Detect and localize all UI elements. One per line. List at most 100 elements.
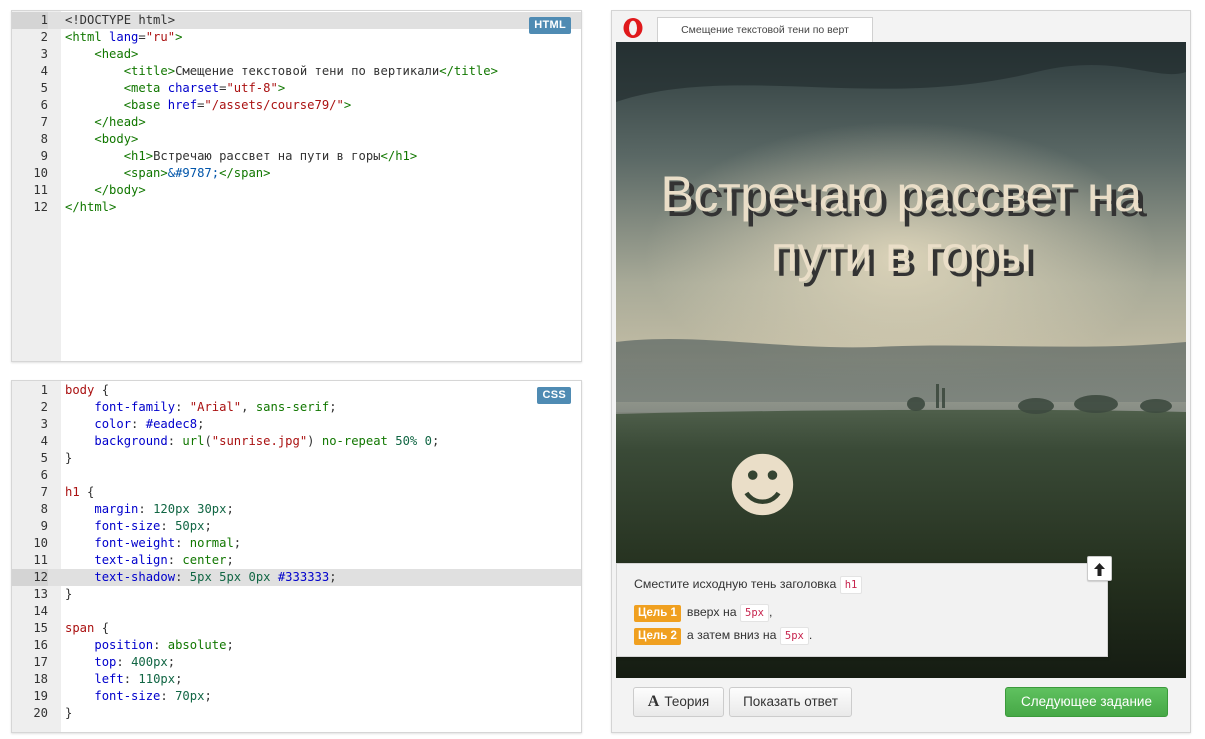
browser-tab[interactable]: Смещение текстовой тени по верт (657, 17, 873, 43)
code-text[interactable]: font-size: 70px; (65, 688, 581, 705)
code-text[interactable]: } (65, 450, 581, 467)
code-text[interactable]: left: 110px; (65, 671, 581, 688)
code-line[interactable]: 16 position: absolute; (12, 637, 581, 654)
code-text[interactable]: position: absolute; (65, 637, 581, 654)
code-line[interactable]: 6 <base href="/assets/course79/"> (12, 97, 581, 114)
code-text[interactable]: <head> (65, 46, 581, 63)
code-token: normal (189, 536, 234, 550)
code-token: ; (226, 638, 234, 652)
smiley-face-icon: ☻ (726, 445, 799, 527)
code-token: 110px (138, 672, 176, 686)
show-answer-button[interactable]: Показать ответ (729, 687, 852, 717)
code-text[interactable]: font-weight: normal; (65, 535, 581, 552)
code-token: : (175, 536, 190, 550)
code-line[interactable]: 15 span { (12, 620, 581, 637)
code-text[interactable]: body { (65, 382, 581, 399)
code-text[interactable]: background: url("sunrise.jpg") no-repeat… (65, 433, 581, 450)
code-line[interactable]: 5 <meta charset="utf-8"> (12, 80, 581, 97)
code-token: : (160, 519, 176, 533)
code-line[interactable]: 13} (12, 586, 581, 603)
code-text[interactable]: text-shadow: 5px 5px 0px #333333; (65, 569, 581, 586)
code-line[interactable]: 7 </head> (12, 114, 581, 131)
code-line[interactable]: 1 <!DOCTYPE html> (12, 12, 581, 29)
html-code-editor[interactable]: 1 <!DOCTYPE html> 2 <html lang="ru"> 3 <head… (11, 10, 582, 362)
code-text[interactable]: <span>&#9787;</span> (65, 165, 581, 182)
code-text[interactable]: </html> (65, 199, 581, 216)
code-token: no-repeat (321, 434, 388, 448)
code-token: { (94, 621, 110, 635)
code-text[interactable]: <html lang="ru"> (65, 29, 581, 46)
code-line[interactable]: 4 <title>Смещение текстовой тени по верт… (12, 63, 581, 80)
code-text[interactable]: } (65, 705, 581, 722)
code-line[interactable]: 9 font-size: 50px; (12, 518, 581, 535)
code-line[interactable]: 9 <h1>Встречаю рассвет на пути в горы</h… (12, 148, 581, 165)
code-text[interactable]: <title>Смещение текстовой тени по вертик… (65, 63, 581, 80)
code-text[interactable]: color: #eadec8; (65, 416, 581, 433)
code-text[interactable]: top: 400px; (65, 654, 581, 671)
code-line[interactable]: 2 font-family: "Arial", sans-serif; (12, 399, 581, 416)
code-line[interactable]: 10 font-weight: normal; (12, 535, 581, 552)
code-line[interactable]: 6 (12, 467, 581, 484)
code-text[interactable]: span { (65, 620, 581, 637)
line-number: 4 (40, 434, 48, 448)
code-line[interactable]: 11 text-align: center; (12, 552, 581, 569)
code-line[interactable]: 20} (12, 705, 581, 722)
opera-logo-icon (623, 18, 643, 38)
code-line[interactable]: 12 </html> (12, 199, 581, 216)
code-line[interactable]: 14 (12, 603, 581, 620)
next-task-button[interactable]: Следующее задание (1005, 687, 1168, 717)
code-line[interactable]: 4 background: url("sunrise.jpg") no-repe… (12, 433, 581, 450)
code-line[interactable]: 1 body { (12, 382, 581, 399)
code-line[interactable]: 2 <html lang="ru"> (12, 29, 581, 46)
code-lines[interactable]: 1 <!DOCTYPE html> 2 <html lang="ru"> 3 <head… (12, 12, 581, 216)
code-text[interactable]: </head> (65, 114, 581, 131)
code-text[interactable]: <!DOCTYPE html> (65, 12, 581, 29)
line-number: 3 (40, 417, 48, 431)
code-line[interactable]: 3 <head> (12, 46, 581, 63)
css-code-editor[interactable]: 1 body {2 font-family: "Arial", sans-seri… (11, 380, 582, 733)
code-token: 0px (248, 570, 271, 584)
code-lines[interactable]: 1 body {2 font-family: "Arial", sans-seri… (12, 382, 581, 722)
code-token: </body> (94, 183, 146, 197)
code-text[interactable]: h1 { (65, 484, 581, 501)
code-token: { (94, 383, 110, 397)
code-line[interactable]: 10 <span>&#9787;</span> (12, 165, 581, 182)
code-text[interactable]: <body> (65, 131, 581, 148)
code-token: h1 (65, 485, 80, 499)
code-line[interactable]: 19 font-size: 70px; (12, 688, 581, 705)
code-token: left (94, 672, 124, 686)
code-text[interactable]: font-size: 50px; (65, 518, 581, 535)
code-text[interactable]: font-family: "Arial", sans-serif; (65, 399, 581, 416)
code-token: absolute (167, 638, 227, 652)
code-text[interactable]: text-align: center; (65, 552, 581, 569)
code-line[interactable]: 5} (12, 450, 581, 467)
code-text[interactable]: <meta charset="utf-8"> (65, 80, 581, 97)
theory-button[interactable]: A Теория (633, 687, 724, 717)
code-line[interactable]: 8 <body> (12, 131, 581, 148)
code-text[interactable]: <h1>Встречаю рассвет на пути в горы</h1> (65, 148, 581, 165)
code-line[interactable]: 7 h1 { (12, 484, 581, 501)
code-text[interactable]: } (65, 586, 581, 603)
code-line[interactable]: 17 top: 400px; (12, 654, 581, 671)
code-line[interactable]: 12 text-shadow: 5px 5px 0px #333333; (12, 569, 581, 586)
code-line[interactable]: 11 </body> (12, 182, 581, 199)
code-line[interactable]: 8 margin: 120px 30px; (12, 501, 581, 518)
task-instruction-text: Сместите исходную тень заголовка (634, 577, 837, 591)
code-line[interactable]: 18 left: 110px; (12, 671, 581, 688)
code-token: ; (329, 570, 337, 584)
collapse-task-button[interactable] (1087, 556, 1112, 581)
line-number: 20 (33, 706, 48, 720)
code-text[interactable]: <base href="/assets/course79/"> (65, 97, 581, 114)
code-text[interactable]: </body> (65, 182, 581, 199)
code-line[interactable]: 3 color: #eadec8; (12, 416, 581, 433)
code-text[interactable]: margin: 120px 30px; (65, 501, 581, 518)
goal-badge: Цель 1 (634, 605, 681, 622)
code-token: : (160, 689, 176, 703)
